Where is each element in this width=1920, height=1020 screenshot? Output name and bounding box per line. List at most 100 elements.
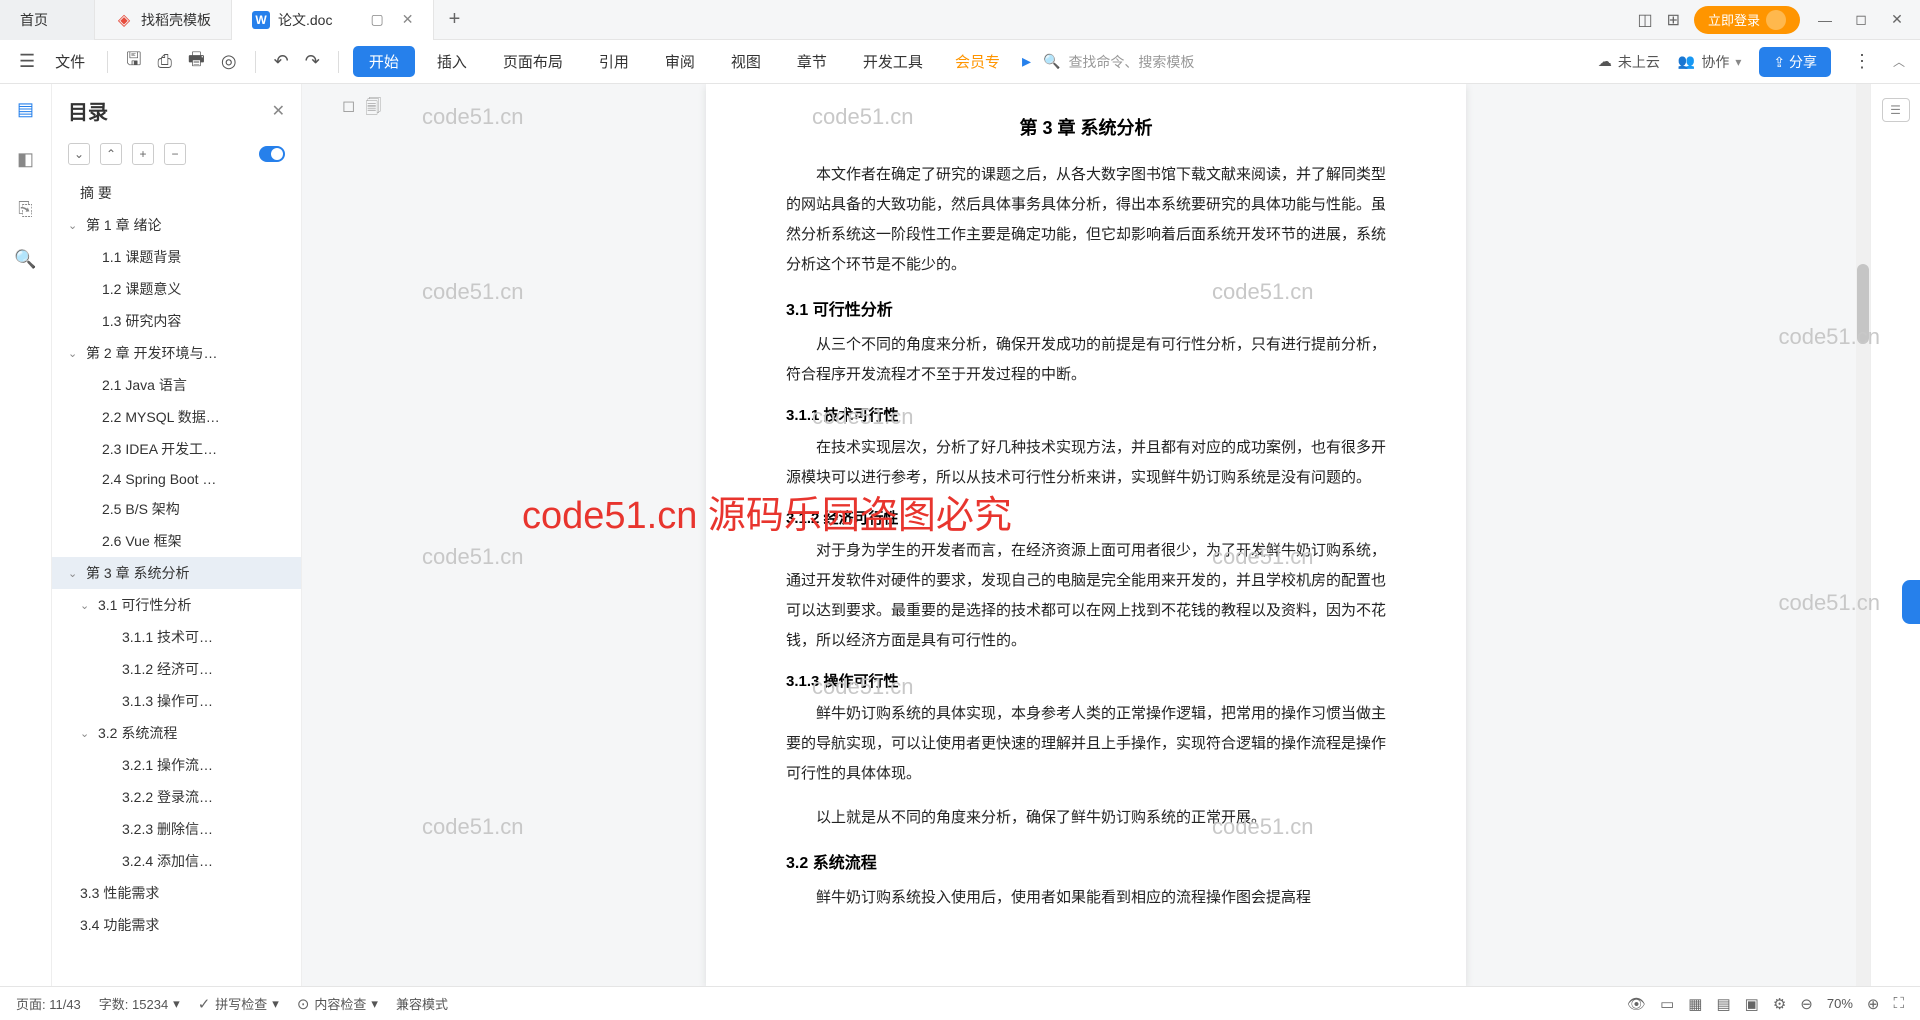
menu-dev-tools[interactable]: 开发工具 [849,51,937,72]
tab-template[interactable]: ◈ 找稻壳模板 [95,0,232,40]
dock-icon[interactable]: ▢ [370,11,383,28]
toc-label: 第 3 章 系统分析 [86,563,189,583]
find-icon[interactable]: 🔍 [15,248,37,270]
chevron-down-icon: ⌄ [80,727,92,740]
save-icon[interactable]: 🖫 [122,47,145,77]
word-count[interactable]: 字数: 15234 ▾ [99,994,180,1013]
toc-item[interactable]: 3.1.1 技术可… [52,621,301,653]
cloud-button[interactable]: ☁未上云 [1598,52,1660,72]
menu-page-layout[interactable]: 页面布局 [489,51,577,72]
maximize-button[interactable]: ◻ [1850,11,1872,28]
redo-icon[interactable]: ↷ [301,51,324,72]
tab-document[interactable]: W 论文.doc ▢ ✕ [232,0,434,40]
undo-icon[interactable]: ↶ [270,51,293,72]
share-button[interactable]: ⇪ 分享 [1759,47,1831,77]
settings-icon[interactable]: ⚙ [1773,995,1786,1013]
toc-collapse-icon[interactable]: ⌄ [68,143,90,165]
document-area[interactable]: ◻ 🗐 code51.cn code51.cn code51.cn code51… [302,84,1870,986]
spell-check[interactable]: ✓拼写检查 ▾ [198,994,279,1013]
page-indicator[interactable]: 页面: 11/43 [16,994,81,1013]
side-handle[interactable] [1902,580,1920,624]
toc-item[interactable]: ⌄第 1 章 绪论 [52,209,301,241]
toc-item[interactable]: 1.1 课题背景 [52,241,301,273]
tab-home[interactable]: 首页 [0,0,95,40]
command-search[interactable]: 🔍 查找命令、搜索模板 [1043,52,1243,72]
nav-icon[interactable]: ◧ [15,148,37,170]
bookmark-icon[interactable]: ⎘ [15,198,37,220]
layout-icon[interactable]: ◫ [1637,10,1652,30]
view-web-icon[interactable]: ▤ [1716,995,1730,1013]
print-icon[interactable]: 🖶 [184,47,209,77]
view-eye-icon[interactable]: 👁 [1627,995,1646,1013]
fullscreen-icon[interactable]: ⛶ [1893,995,1904,1012]
apps-icon[interactable]: ⊞ [1667,10,1680,30]
menu-insert[interactable]: 插入 [423,51,481,72]
spell-icon: ✓ [198,995,211,1013]
menu-icon[interactable]: ☰ [15,51,39,72]
collab-button[interactable]: 👥协作▾ [1678,52,1741,72]
toc-item[interactable]: 摘 要 [52,177,301,209]
page-nav-icon[interactable]: ◻ [342,96,355,123]
menu-view[interactable]: 视图 [717,51,775,72]
toc-label: 1.1 课题背景 [102,247,181,267]
outline-icon[interactable]: ▤ [15,98,37,120]
watermark: code51.cn [812,404,914,430]
more-arrow-icon[interactable]: ▸ [1018,51,1035,72]
export-icon[interactable]: ⎙ [154,51,176,72]
toc-label: 3.2.4 添加信… [122,851,213,871]
zoom-out-icon[interactable]: ⊖ [1800,995,1813,1013]
collapse-ribbon-icon[interactable]: ︿ [1893,53,1905,70]
toc-item[interactable]: 3.1.3 操作可… [52,685,301,717]
toc-item[interactable]: 3.4 功能需求 [52,909,301,941]
toc-remove-icon[interactable]: − [164,143,186,165]
menu-review[interactable]: 审阅 [651,51,709,72]
toc-item[interactable]: 3.2.2 登录流… [52,781,301,813]
scrollbar[interactable] [1856,84,1870,986]
toc-item[interactable]: ⌄第 2 章 开发环境与… [52,337,301,369]
close-window-button[interactable]: ✕ [1886,11,1908,28]
toc-item[interactable]: 3.1.2 经济可… [52,653,301,685]
toc-item[interactable]: 2.4 Spring Boot … [52,465,301,493]
toc-item[interactable]: 2.3 IDEA 开发工… [52,433,301,465]
toc-item[interactable]: 1.3 研究内容 [52,305,301,337]
minimize-button[interactable]: — [1814,12,1836,28]
view-page-icon[interactable]: ▦ [1688,995,1702,1013]
menu-chapters[interactable]: 章节 [783,51,841,72]
toc-item[interactable]: 3.2.4 添加信… [52,845,301,877]
toc-item[interactable]: 3.2.3 删除信… [52,813,301,845]
menu-references[interactable]: 引用 [585,51,643,72]
view-read-icon[interactable]: ▭ [1660,995,1674,1013]
toc-item[interactable]: 2.2 MYSQL 数据… [52,401,301,433]
watermark: code51.cn [422,544,524,570]
toc-item[interactable]: 2.5 B/S 架构 [52,493,301,525]
watermark: code51.cn [1212,279,1314,305]
toc-item[interactable]: 2.6 Vue 框架 [52,525,301,557]
toc-expand-icon[interactable]: ⌃ [100,143,122,165]
zoom-in-icon[interactable]: ⊕ [1867,995,1880,1013]
toc-label: 3.1.2 经济可… [122,659,213,679]
content-check[interactable]: ⊙内容检查 ▾ [297,994,378,1013]
preview-icon[interactable]: ◎ [217,51,241,72]
page-copy-icon[interactable]: 🗐 [365,96,381,123]
login-button[interactable]: 立即登录 [1694,6,1800,34]
toc-item[interactable]: 3.3 性能需求 [52,877,301,909]
menu-start[interactable]: 开始 [353,46,415,77]
toc-item[interactable]: ⌄第 3 章 系统分析 [52,557,301,589]
toc-toggle[interactable] [259,146,285,162]
compat-mode[interactable]: 兼容模式 [396,994,448,1013]
new-tab-button[interactable]: + [434,8,474,31]
view-outline-icon[interactable]: ▣ [1745,995,1759,1013]
vip-menu[interactable]: 会员专 [945,51,1010,72]
toc-item[interactable]: ⌄3.2 系统流程 [52,717,301,749]
zoom-level[interactable]: 70% [1827,996,1853,1011]
file-menu[interactable]: 文件 [47,51,93,72]
toc-item[interactable]: 1.2 课题意义 [52,273,301,305]
close-tab-icon[interactable]: ✕ [402,11,414,28]
toc-add-icon[interactable]: + [132,143,154,165]
close-toc-icon[interactable]: ✕ [272,101,285,121]
toc-item[interactable]: 2.1 Java 语言 [52,369,301,401]
toc-item[interactable]: 3.2.1 操作流… [52,749,301,781]
toc-item[interactable]: ⌄3.1 可行性分析 [52,589,301,621]
kebab-icon[interactable]: ⋮ [1849,51,1875,72]
right-panel-icon[interactable]: ☰ [1882,98,1910,122]
